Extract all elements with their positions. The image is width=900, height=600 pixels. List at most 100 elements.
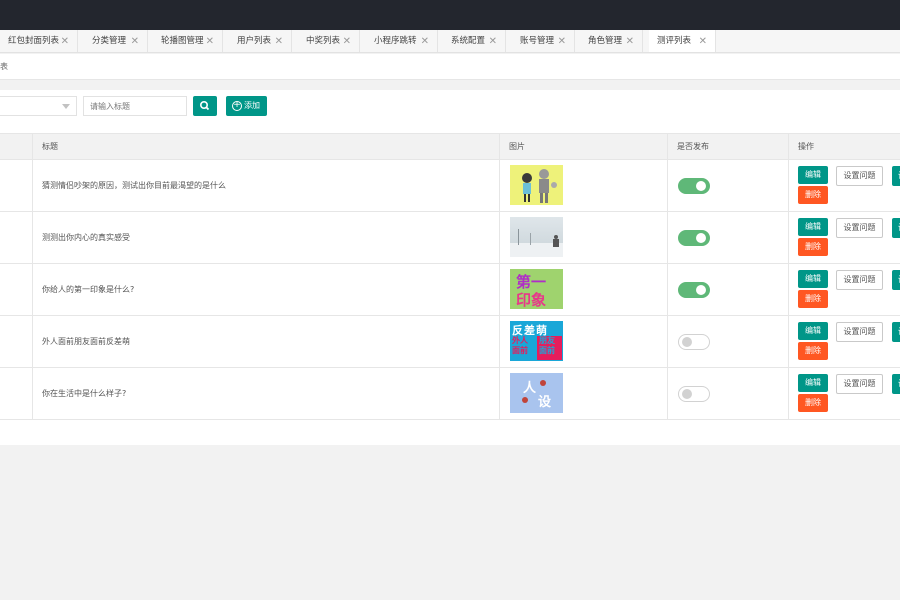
extra-action-button[interactable]: 设 [892, 322, 900, 342]
actions-cell: 编辑 删除 设置问题 设 [788, 316, 900, 368]
close-icon[interactable]: ✕ [275, 30, 283, 52]
extra-action-button[interactable]: 设 [892, 374, 900, 394]
delete-button[interactable]: 删除 [798, 394, 828, 412]
edit-button[interactable]: 编辑 [798, 374, 828, 392]
close-icon[interactable]: ✕ [489, 30, 497, 52]
toggle-knob [696, 233, 706, 243]
tab-user-list[interactable]: 用户列表 ✕ [229, 30, 292, 52]
tab-label: 分类管理 [92, 36, 127, 46]
search-button[interactable] [193, 96, 217, 116]
image-cell: 第一 印象 [499, 264, 667, 316]
extra-action-button[interactable]: 设 [892, 218, 900, 238]
image-cell [499, 160, 667, 212]
close-icon[interactable]: ✕ [558, 30, 566, 52]
table-row: 你给人的第一印象是什么? 第一 印象 编辑 删除 设置问题 设 [0, 264, 900, 316]
close-icon[interactable]: ✕ [626, 30, 634, 52]
set-question-button[interactable]: 设置问题 [836, 166, 883, 186]
close-icon[interactable]: ✕ [699, 30, 707, 52]
close-icon[interactable]: ✕ [61, 30, 69, 52]
image-cell: 反差萌 外人 面前 朋友 面前 [499, 316, 667, 368]
delete-button[interactable]: 删除 [798, 342, 828, 360]
first-impression-thumbnail: 第一 印象 [510, 269, 563, 309]
set-question-button[interactable]: 设置问题 [836, 270, 883, 290]
column-header-actions: 操作 [788, 134, 900, 160]
tab-carousel-management[interactable]: 轮播图管理 ✕ [153, 30, 223, 52]
tab-label: 测评列表 [657, 36, 692, 46]
extra-action-button[interactable]: 设 [892, 270, 900, 290]
tab-category-management[interactable]: 分类管理 ✕ [84, 30, 148, 52]
tab-label: 轮播图管理 [161, 36, 204, 46]
thumbnail-panel-right: 朋友 面前 [537, 336, 562, 360]
close-icon[interactable]: ✕ [131, 30, 139, 52]
publish-toggle[interactable] [678, 230, 710, 246]
add-button[interactable]: + 添加 [226, 96, 267, 116]
column-header-image: 图片 [499, 134, 667, 160]
set-question-button[interactable]: 设置问题 [836, 374, 883, 394]
publish-toggle[interactable] [678, 282, 710, 298]
plus-circle-icon: + [232, 100, 242, 111]
category-select[interactable] [0, 96, 77, 116]
title-search-input[interactable] [83, 96, 187, 116]
publish-toggle[interactable] [678, 334, 710, 350]
row-title: 测测出你内心的真实感受 [32, 212, 499, 264]
persona-thumbnail: 人 设 [510, 373, 563, 413]
tab-evaluation-list[interactable]: 测评列表 ✕ [649, 30, 716, 52]
evaluation-table: 标题 图片 是否发布 操作 猜测情侣吵架的原因，测试出你目前最渴望的是什么 编辑… [0, 133, 900, 420]
published-cell [667, 160, 788, 212]
tab-label: 红包封面列表 [8, 36, 60, 46]
tab-miniprogram-jump[interactable]: 小程序跳转 ✕ [366, 30, 438, 52]
search-icon [200, 101, 210, 111]
thumbnail-text: 印象 [516, 291, 547, 309]
toggle-knob [682, 337, 692, 347]
close-icon[interactable]: ✕ [421, 30, 429, 52]
table-row: 你在生活中是什么样子? 人 设 编辑 删除 设置问题 设 [0, 368, 900, 420]
tab-system-config[interactable]: 系统配置 ✕ [443, 30, 506, 52]
actions-cell: 编辑 删除 设置问题 设 [788, 160, 900, 212]
table-header: 标题 图片 是否发布 操作 [0, 134, 900, 160]
tab-account-management[interactable]: 账号管理 ✕ [512, 30, 575, 52]
column-header-title: 标题 [32, 134, 499, 160]
tab-role-management[interactable]: 角色管理 ✕ [580, 30, 643, 52]
tab-winner-list[interactable]: 中奖列表 ✕ [298, 30, 360, 52]
tab-label: 中奖列表 [306, 36, 341, 46]
toggle-knob [696, 181, 706, 191]
row-title: 外人面前朋友面前反差萌 [32, 316, 499, 368]
tab-label: 小程序跳转 [374, 36, 417, 46]
toggle-knob [682, 389, 692, 399]
snow-landscape-thumbnail [510, 217, 563, 257]
actions-cell: 编辑 删除 设置问题 设 [788, 264, 900, 316]
edit-button[interactable]: 编辑 [798, 218, 828, 236]
delete-button[interactable]: 删除 [798, 290, 828, 308]
edit-button[interactable]: 编辑 [798, 322, 828, 340]
tab-red-envelope-cover-list[interactable]: 红包封面列表 ✕ [0, 30, 78, 52]
published-cell [667, 264, 788, 316]
published-cell [667, 368, 788, 420]
publish-toggle[interactable] [678, 386, 710, 402]
set-question-button[interactable]: 设置问题 [836, 322, 883, 342]
chevron-down-icon [62, 104, 70, 109]
top-header-bar [0, 0, 900, 30]
tab-label: 角色管理 [588, 36, 623, 46]
close-icon[interactable]: ✕ [206, 30, 214, 52]
edit-button[interactable]: 编辑 [798, 166, 828, 184]
tab-label: 系统配置 [451, 36, 486, 46]
published-cell [667, 212, 788, 264]
row-title: 猜测情侣吵架的原因，测试出你目前最渴望的是什么 [32, 160, 499, 212]
column-header-published: 是否发布 [667, 134, 788, 160]
row-title: 你给人的第一印象是什么? [32, 264, 499, 316]
tab-bar: 红包封面列表 ✕ 分类管理 ✕ 轮播图管理 ✕ 用户列表 ✕ 中奖列表 ✕ 小程序跳转 ✕ … [0, 30, 900, 53]
edit-button[interactable]: 编辑 [798, 270, 828, 288]
table-row: 外人面前朋友面前反差萌 反差萌 外人 面前 朋友 面前 编辑 删除 设置问题 [0, 316, 900, 368]
delete-button[interactable]: 删除 [798, 238, 828, 256]
publish-toggle[interactable] [678, 178, 710, 194]
thumbnail-text: 外人 [512, 336, 528, 345]
tab-label: 用户列表 [237, 36, 272, 46]
add-button-label: 添加 [244, 101, 260, 110]
close-icon[interactable]: ✕ [343, 30, 351, 52]
extra-action-button[interactable]: 设 [892, 166, 900, 186]
thumbnail-text: 朋友 [539, 336, 555, 345]
set-question-button[interactable]: 设置问题 [836, 218, 883, 238]
table-row: 猜测情侣吵架的原因，测试出你目前最渴望的是什么 编辑 删除 设置问题 [0, 160, 900, 212]
actions-cell: 编辑 删除 设置问题 设 [788, 212, 900, 264]
delete-button[interactable]: 删除 [798, 186, 828, 204]
